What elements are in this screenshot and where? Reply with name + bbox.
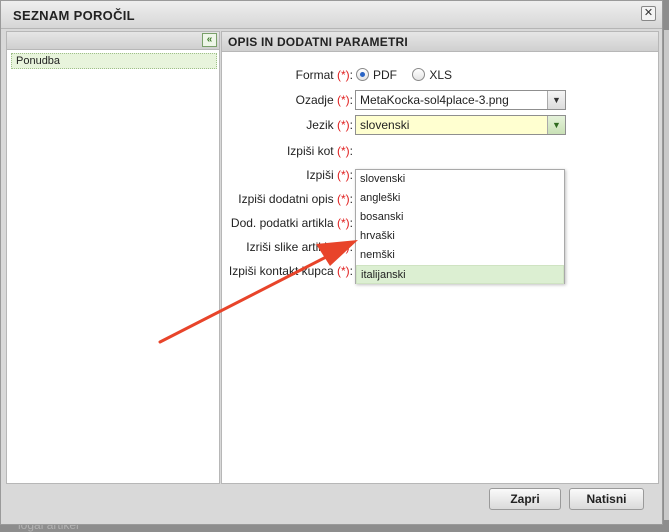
izpisi-label: Izpiši	[306, 168, 334, 182]
ozadje-value: MetaKocka-sol4place-3.png	[360, 93, 509, 107]
required-marker: (*)	[336, 192, 350, 206]
izpisi-dodatni-opis-label: Izpiši dodatni opis	[238, 192, 334, 206]
format-label: Format	[295, 68, 334, 82]
required-marker: (*)	[336, 93, 350, 107]
izpisi-kot-row: Izpiši kot (*):	[286, 144, 353, 158]
close-button[interactable]: Zapri	[489, 488, 561, 510]
jezik-dropdown: slovenski angleški bosanski hrvaški nemš…	[355, 169, 565, 284]
ozadje-label: Ozadje	[295, 93, 334, 107]
chevron-down-icon[interactable]: ▼	[547, 91, 565, 109]
chevron-down-icon[interactable]: ▼	[547, 116, 565, 134]
izrisi-slike-artikla-label: Izriši slike artikla	[246, 240, 334, 254]
report-list-item[interactable]: Ponudba	[11, 53, 217, 69]
required-marker: (*)	[336, 168, 350, 182]
jezik-option[interactable]: angleški	[356, 189, 564, 208]
dod-podatki-artikla-label: Dod. podatki artikla	[230, 216, 334, 230]
collapse-icon[interactable]: «	[202, 33, 217, 47]
format-xls-label: XLS	[429, 68, 453, 82]
jezik-value: slovenski	[360, 118, 410, 132]
required-marker: (*)	[336, 240, 350, 254]
parameters-header: OPIS IN DODATNI PARAMETRI	[222, 32, 658, 52]
ozadje-select[interactable]: MetaKocka-sol4place-3.png ▼	[355, 90, 566, 110]
jezik-row: Jezik (*): slovenski ▼	[222, 115, 660, 135]
close-icon[interactable]: ✕	[641, 6, 656, 21]
print-button[interactable]: Natisni	[569, 488, 644, 510]
dialog-title: SEZNAM POROČIL	[13, 8, 135, 23]
required-marker: (*)	[336, 118, 350, 132]
jezik-label: Jezik	[306, 118, 334, 132]
required-marker: (*)	[336, 68, 350, 82]
jezik-select[interactable]: slovenski ▼	[355, 115, 566, 135]
required-marker: (*)	[336, 264, 350, 278]
required-marker: (*)	[336, 216, 350, 230]
jezik-option[interactable]: bosanski	[356, 208, 564, 227]
report-list-header: «	[7, 32, 219, 50]
format-pdf-radio[interactable]	[356, 68, 369, 81]
format-xls-radio[interactable]	[412, 68, 426, 81]
report-list-panel: « Ponudba	[6, 31, 220, 484]
izpisi-kontakt-kupca-label: Izpiši kontakt kupca	[228, 264, 334, 278]
dialog-titlebar: SEZNAM POROČIL ✕	[1, 1, 662, 29]
format-pdf-label: PDF	[373, 68, 397, 82]
parameters-panel: OPIS IN DODATNI PARAMETRI Format (*): PD…	[221, 31, 659, 484]
jezik-option[interactable]: nemški	[356, 246, 564, 265]
required-marker: (*)	[336, 144, 350, 158]
report-dialog: SEZNAM POROČIL ✕ « Ponudba OPIS IN DODAT…	[0, 0, 663, 525]
jezik-option[interactable]: slovenski	[356, 170, 564, 189]
background-edge	[664, 30, 669, 520]
izpisi-kot-label: Izpiši kot	[286, 144, 334, 158]
ozadje-row: Ozadje (*): MetaKocka-sol4place-3.png ▼	[222, 90, 660, 110]
jezik-option-highlighted[interactable]: italijanski	[356, 265, 564, 284]
jezik-option[interactable]: hrvaški	[356, 227, 564, 246]
format-row: Format (*): PDF XLS	[295, 68, 453, 82]
